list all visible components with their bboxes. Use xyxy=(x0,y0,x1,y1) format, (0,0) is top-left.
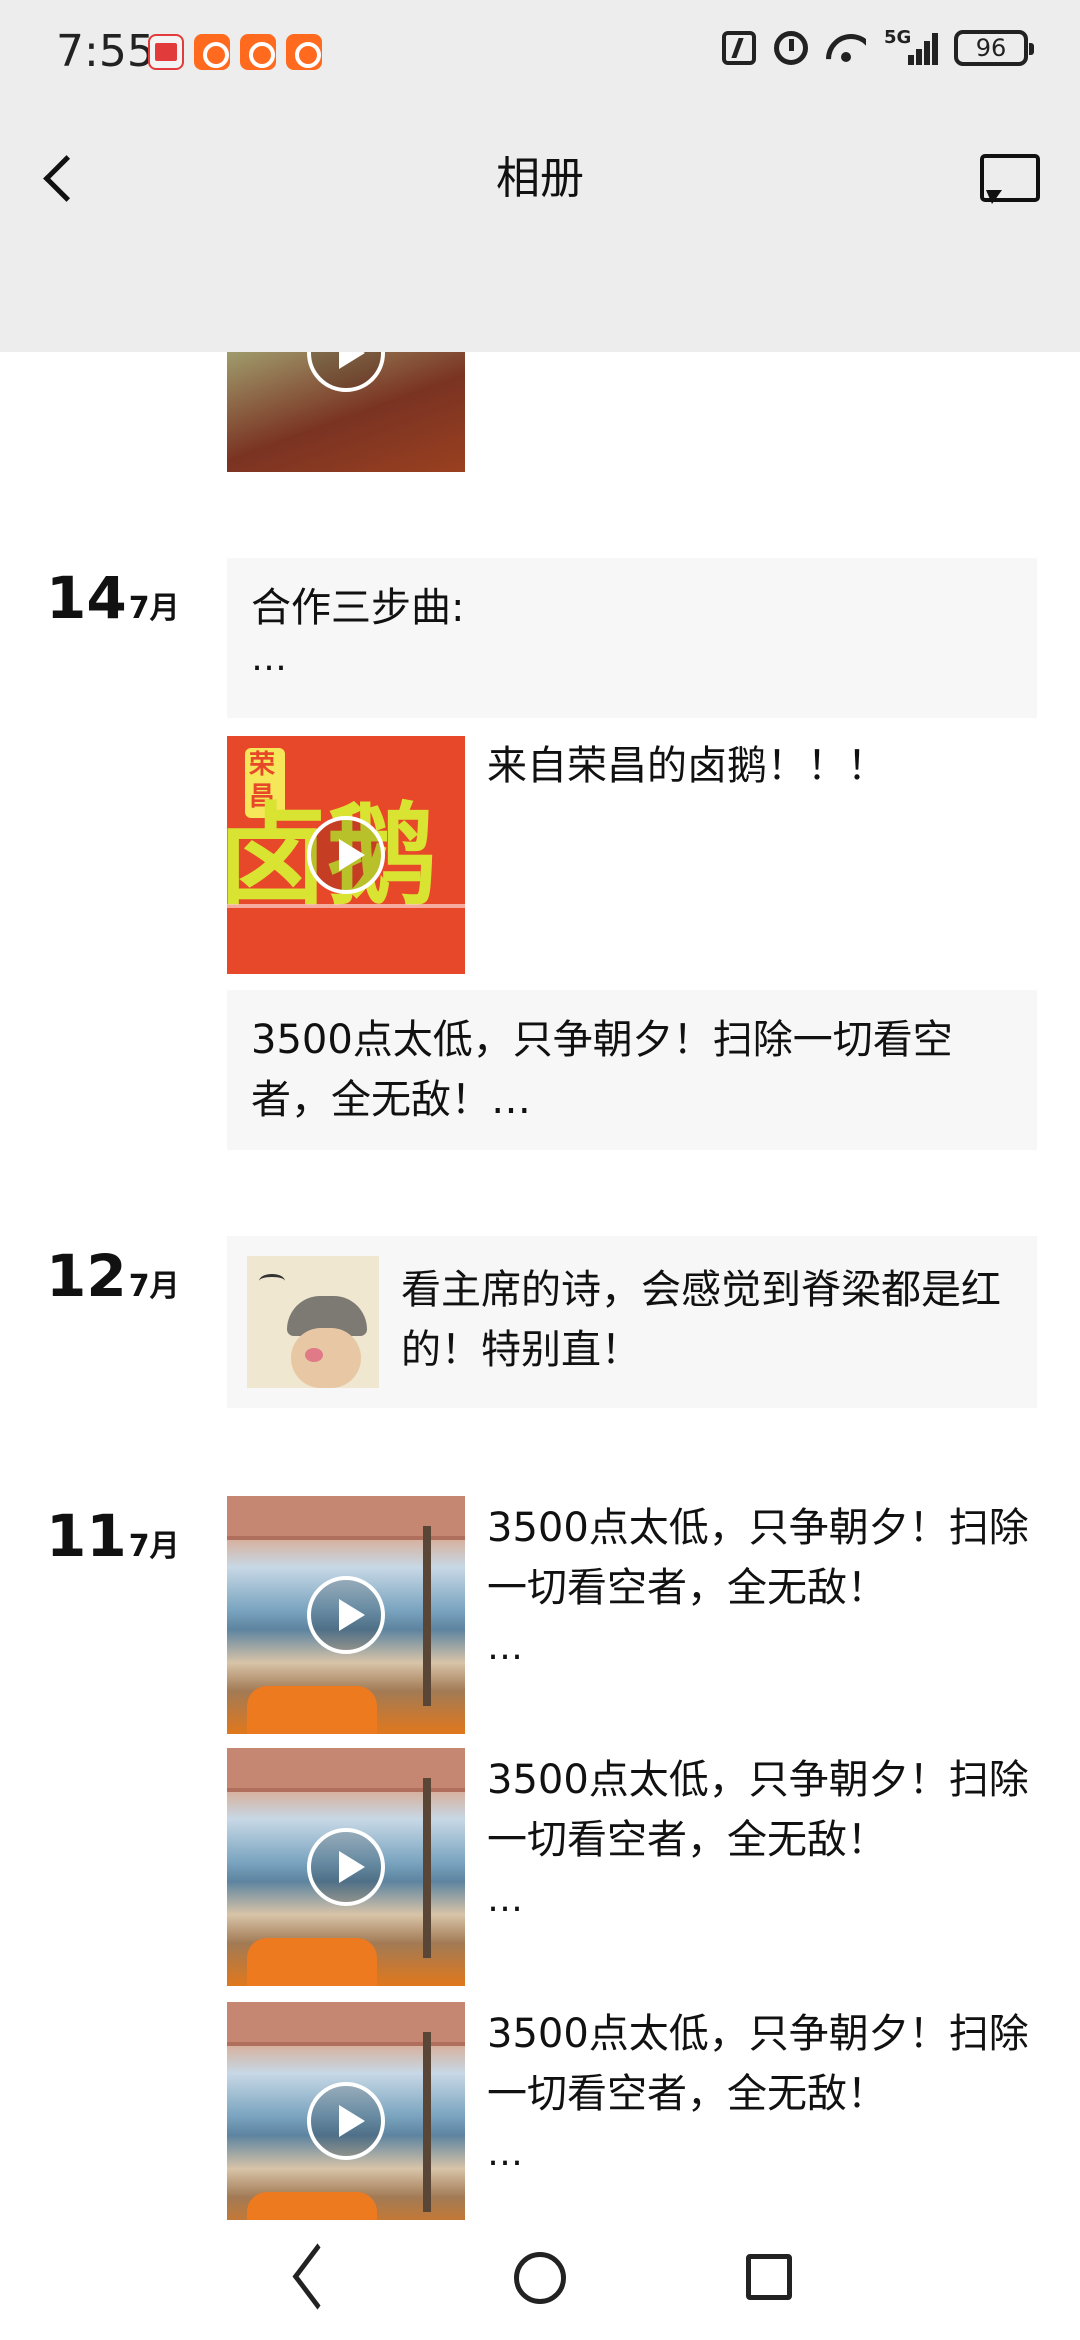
nfc-icon xyxy=(722,31,756,65)
nav-bar: 相册 xyxy=(0,108,1080,352)
network-type: 5G xyxy=(884,27,912,48)
date-month: 7月 xyxy=(128,591,180,626)
date-day: 12 xyxy=(46,1242,127,1310)
date-label: 12 7月 xyxy=(46,1242,180,1310)
alarm-icon xyxy=(774,31,808,65)
news-app-icon xyxy=(148,34,184,70)
play-icon xyxy=(307,2082,385,2160)
play-icon xyxy=(307,816,385,894)
signal-icon: 5G xyxy=(884,27,938,65)
app-notification-icon xyxy=(286,34,322,70)
post-ellipsis: … xyxy=(487,1879,527,1920)
text-post[interactable]: 3500点太低，只争朝夕！扫除一切看空者，全无敌！… xyxy=(227,990,1037,1150)
battery-level: 96 xyxy=(975,34,1007,62)
video-thumbnail[interactable] xyxy=(227,2002,465,2220)
post-caption: 3500点太低，只争朝夕！扫除一切看空者，全无敌！ … xyxy=(487,2004,1047,2184)
post-text: 3500点太低，只争朝夕！扫除一切看空者，全无敌！… xyxy=(251,1017,953,1123)
date-month: 7月 xyxy=(128,1529,180,1564)
post-ellipsis: … xyxy=(487,2133,527,2174)
post-ellipsis: … xyxy=(487,1627,527,1668)
post-caption: 看主席的诗，会感觉到脊梁都是红的！特别直！ xyxy=(401,1267,1001,1373)
text-post[interactable]: 合作三步曲: … xyxy=(227,558,1037,718)
message-button[interactable] xyxy=(976,146,1040,216)
album-feed[interactable]: 14 7月 合作三步曲: … 荣 昌 卤鹅 来自荣昌的卤鹅！！！ 3500点太低… xyxy=(0,352,1080,2220)
date-day: 11 xyxy=(46,1502,127,1570)
system-icons: 5G 96 xyxy=(722,27,1034,66)
post-thumbnail xyxy=(247,1256,379,1388)
date-label: 11 7月 xyxy=(46,1502,180,1570)
video-thumbnail[interactable] xyxy=(227,1748,465,1986)
post-ellipsis: … xyxy=(251,638,291,679)
video-thumbnail[interactable] xyxy=(227,352,465,472)
nav-home-button[interactable] xyxy=(514,2252,566,2304)
date-label: 14 7月 xyxy=(46,564,180,632)
nav-recents-button[interactable] xyxy=(746,2254,792,2300)
post-caption: 3500点太低，只争朝夕！扫除一切看空者，全无敌！ … xyxy=(487,1498,1047,1678)
post-text: 合作三步曲: xyxy=(251,585,465,631)
video-thumbnail[interactable] xyxy=(227,1496,465,1734)
notification-icons xyxy=(148,34,322,70)
app-notification-icon xyxy=(194,34,230,70)
battery-icon: 96 xyxy=(954,30,1034,66)
page-title: 相册 xyxy=(496,153,584,204)
status-bar: 7:55 5G 96 xyxy=(0,0,1080,108)
play-icon xyxy=(307,352,385,392)
nav-back-button[interactable] xyxy=(285,2250,335,2306)
status-time: 7:55 xyxy=(56,26,155,77)
app-notification-icon xyxy=(240,34,276,70)
post-caption: 来自荣昌的卤鹅！！！ xyxy=(487,743,887,789)
wifi-icon xyxy=(826,32,866,64)
date-month: 7月 xyxy=(128,1269,180,1304)
play-icon xyxy=(307,1576,385,1654)
image-post[interactable]: 看主席的诗，会感觉到脊梁都是红的！特别直！ xyxy=(227,1236,1037,1408)
play-icon xyxy=(307,1828,385,1906)
post-caption: 3500点太低，只争朝夕！扫除一切看空者，全无敌！ … xyxy=(487,1750,1047,1930)
system-nav-bar xyxy=(0,2220,1080,2340)
date-day: 14 xyxy=(46,564,127,632)
video-thumbnail[interactable]: 荣 昌 卤鹅 xyxy=(227,736,465,974)
